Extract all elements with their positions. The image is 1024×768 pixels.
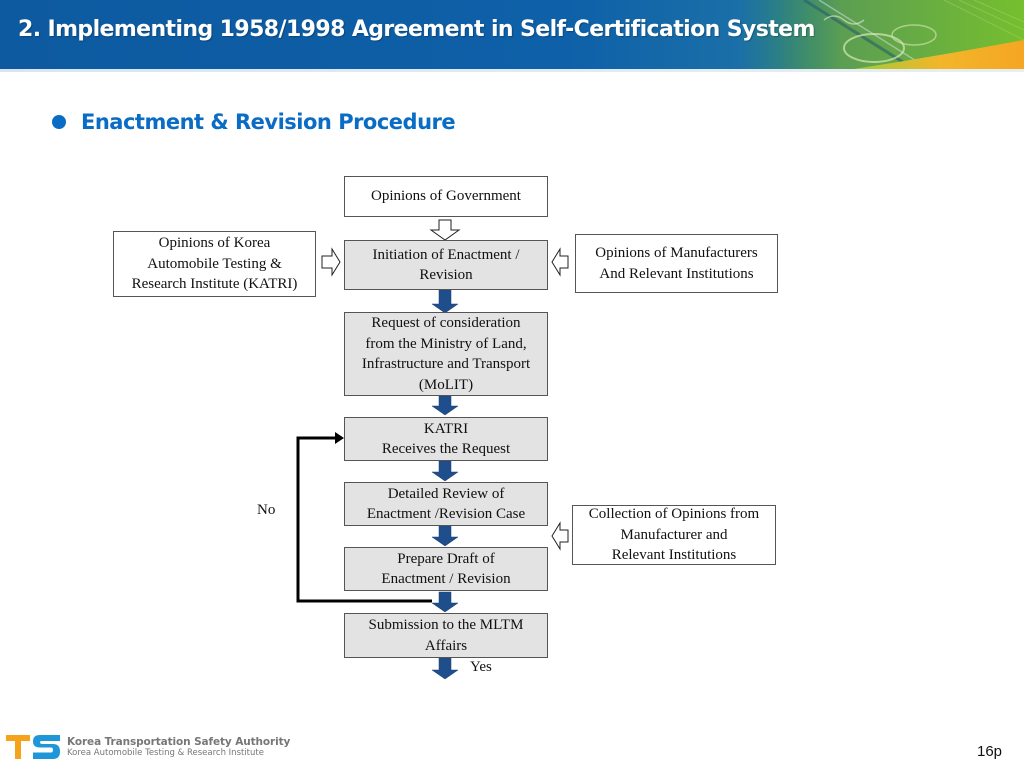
step-detailed-review: Detailed Review of Enactment /Revision C… (344, 482, 548, 526)
hollow-arrow-left-icon (551, 247, 569, 277)
input-collection-opinions: Collection of Opinions from Manufacturer… (572, 505, 776, 565)
input-government-opinions: Opinions of Government (344, 176, 548, 217)
box-text: Detailed Review of (387, 485, 505, 502)
org-name: Korea Transportation Safety Authority (67, 736, 291, 748)
loop-label-no: No (257, 502, 276, 518)
box-text: Relevant Institutions (611, 547, 737, 564)
box-text: KATRI (423, 420, 469, 437)
box-text: And Relevant Institutions (599, 265, 754, 282)
step-katri-receives: KATRI Receives the Request (344, 417, 548, 461)
flow-arrow-down-icon (431, 591, 459, 613)
flow-arrow-down-icon (431, 525, 459, 547)
box-text: Infrastructure and Transport (361, 356, 531, 372)
ts-logo-icon (6, 735, 60, 759)
org-subname: Korea Automobile Testing & Research Inst… (67, 748, 264, 758)
box-text: Submission to the MLTM (368, 617, 524, 633)
exit-label-yes: Yes (470, 659, 492, 675)
step-prepare-draft: Prepare Draft of Enactment / Revision (344, 547, 548, 591)
step-request-consideration: Request of consideration from the Minist… (344, 312, 548, 396)
flow-arrow-down-icon (431, 460, 459, 482)
box-text: Automobile Testing & (147, 255, 282, 272)
hollow-arrow-left-icon (551, 521, 569, 551)
box-text: Opinions of Manufacturers (595, 245, 758, 261)
flow-arrow-down-icon (431, 289, 459, 314)
box-text: (MoLIT) (418, 376, 474, 393)
step-initiation: Initiation of Enactment / Revision (344, 240, 548, 290)
box-text: Initiation of Enactment / (372, 246, 520, 263)
hollow-arrow-right-icon (321, 247, 341, 277)
loop-arrowhead-icon (335, 432, 344, 444)
step-submission: Submission to the MLTM Affairs (344, 613, 548, 658)
hollow-arrow-down-icon (429, 219, 461, 241)
box-text: Enactment /Revision Case (366, 506, 526, 522)
box-text: Affairs (424, 637, 468, 654)
box-text: Prepare Draft of (397, 550, 495, 567)
input-manufacturer-opinions: Opinions of Manufacturers And Relevant I… (575, 234, 778, 293)
page-number: 16p (977, 743, 1003, 760)
box-text: Revision (419, 267, 473, 283)
flow-arrow-down-icon (431, 395, 459, 416)
box-text: Opinions of Korea (158, 235, 271, 252)
box-text: Manufacturer and (620, 526, 728, 543)
box-text: Enactment / Revision (381, 571, 511, 587)
footer-organization: Korea Transportation Safety Authority Ko… (67, 736, 290, 759)
flow-arrow-down-icon (431, 657, 459, 680)
box-text: Receives the Request (381, 441, 511, 457)
box-text: Research Institute (KATRI) (131, 276, 298, 293)
box-text: Collection of Opinions from (588, 506, 760, 523)
box-text: Opinions of Government (371, 188, 521, 205)
input-katri-opinions: Opinions of Korea Automobile Testing & R… (113, 231, 316, 297)
box-text: from the Ministry of Land, (365, 335, 527, 352)
box-text: Request of consideration (371, 315, 521, 331)
